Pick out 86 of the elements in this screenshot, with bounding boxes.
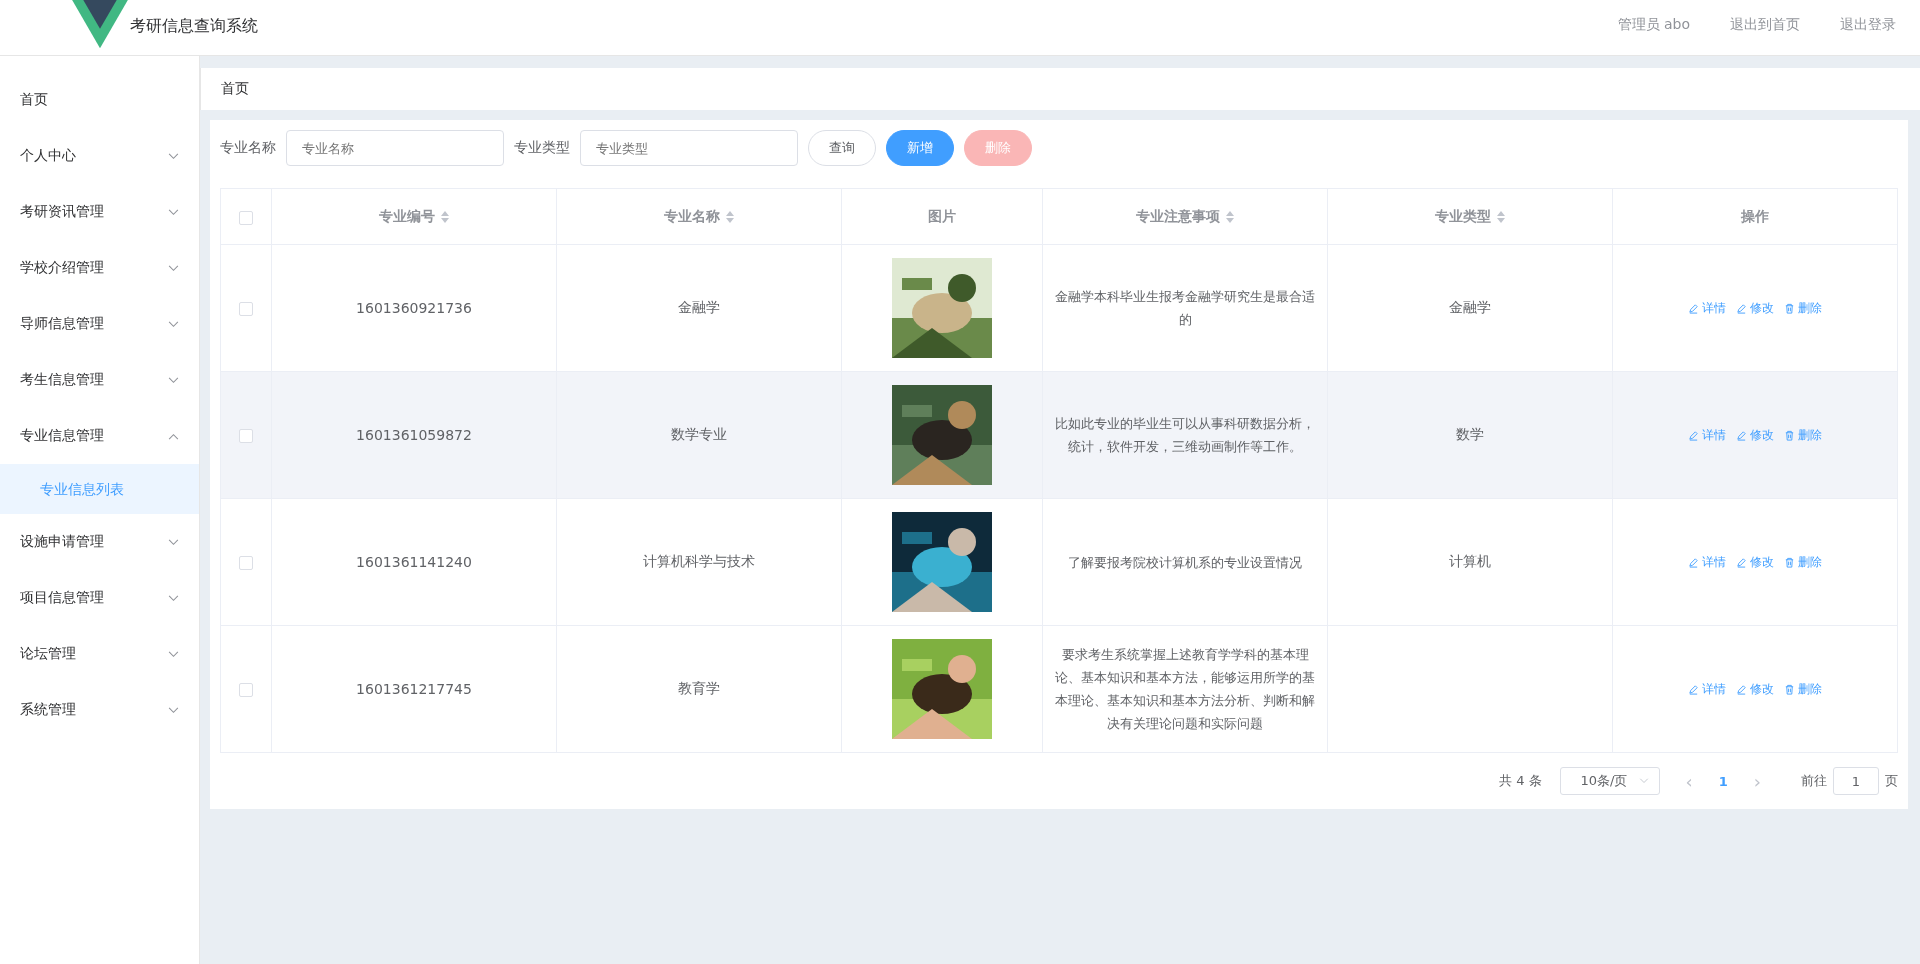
sidebar-item[interactable]: 学校介绍管理 (0, 240, 199, 296)
next-page-button[interactable]: › (1739, 770, 1775, 792)
table-cell: 计算机科学与技术 (643, 553, 755, 569)
pencil-icon (1736, 683, 1747, 695)
checkbox[interactable] (239, 429, 253, 443)
pencil-icon (1736, 556, 1747, 568)
add-button[interactable]: 新增 (886, 130, 954, 166)
column-header[interactable]: 专业名称 (664, 207, 734, 224)
sidebar-item[interactable]: 个人中心 (0, 128, 199, 184)
sidebar-item[interactable]: 项目信息管理 (0, 570, 199, 626)
checkbox[interactable] (239, 556, 253, 570)
pencil-icon (1688, 429, 1699, 441)
pencil-icon (1688, 683, 1699, 695)
column-header[interactable]: 专业编号 (379, 207, 449, 224)
field-label: 专业名称 (220, 139, 276, 157)
search-field[interactable]: 专业名称 (286, 130, 504, 166)
breadcrumb-item[interactable]: 首页 (221, 80, 249, 98)
table-cell: 数学 (1456, 426, 1484, 442)
column-header: 图片 (928, 207, 956, 224)
column-header[interactable]: 专业注意事项 (1136, 207, 1234, 224)
delete-link[interactable]: 删除 (1784, 426, 1822, 444)
total-count: 共 4 条 (1499, 772, 1542, 790)
header-link[interactable]: 退出到首页 (1730, 16, 1800, 34)
header-link[interactable]: 退出登录 (1840, 16, 1896, 34)
details-link[interactable]: 详情 (1688, 553, 1726, 571)
details-link[interactable]: 详情 (1688, 426, 1726, 444)
sidebar-item[interactable]: 考生信息管理 (0, 352, 199, 408)
page-input[interactable]: 1 (1833, 767, 1879, 795)
table-cell-text: 金融学本科毕业生报考金融学研究生是最合适的 (1055, 288, 1315, 329)
column-header: 操作 (1741, 207, 1769, 224)
edit-link[interactable]: 修改 (1736, 680, 1774, 698)
table-cell-text: 比如此专业的毕业生可以从事科研数据分析，统计，软件开发，三维动画制作等工作。 (1055, 415, 1315, 456)
pencil-icon (1736, 429, 1747, 441)
sidebar-item[interactable]: 考研资讯管理 (0, 184, 199, 240)
table-cell: 数学专业 (671, 426, 727, 442)
table-cell: 金融学 (1449, 299, 1491, 315)
sort-icon[interactable] (726, 210, 734, 223)
edit-link[interactable]: 修改 (1736, 553, 1774, 571)
sidebar-item[interactable]: 系统管理 (0, 682, 199, 738)
trash-icon (1784, 683, 1795, 695)
table-cell: 1601361141240 (356, 554, 472, 570)
delete-link[interactable]: 删除 (1784, 299, 1822, 317)
trash-icon (1784, 429, 1795, 441)
query-button[interactable]: 查询 (808, 130, 876, 166)
sidebar-item[interactable]: 首页 (0, 72, 199, 128)
checkbox[interactable] (239, 302, 253, 316)
page-number[interactable]: 1 (1718, 773, 1728, 789)
details-link[interactable]: 详情 (1688, 299, 1726, 317)
sort-icon[interactable] (1497, 210, 1505, 223)
page-suffix: 页 (1885, 772, 1898, 790)
pencil-icon (1688, 302, 1699, 314)
table-cell: 1601361217745 (356, 681, 472, 697)
prev-page-button[interactable]: ‹ (1671, 770, 1707, 792)
sidebar-item[interactable]: 论坛管理 (0, 626, 199, 682)
app-title: 考研信息查询系统 (130, 16, 258, 37)
edit-link[interactable]: 修改 (1736, 426, 1774, 444)
table-cell: 1601361059872 (356, 427, 472, 443)
trash-icon (1784, 556, 1795, 568)
field-label: 专业类型 (514, 139, 570, 157)
sidebar-item[interactable]: 设施申请管理 (0, 514, 199, 570)
page-size-select[interactable]: 10条/页 (1559, 767, 1660, 795)
table-cell-text: 要求考生系统掌握上述教育学学科的基本理论、基本知识和基本方法，能够运用所学的基本理论、基本知识和基本方法分析、判断和解决有关理论问题和实际问题 (1055, 646, 1315, 733)
pencil-icon (1736, 302, 1747, 314)
goto-label: 前往 (1801, 772, 1827, 790)
chevron-icon (1638, 778, 1649, 784)
trash-icon (1784, 302, 1795, 314)
table-cell: 教育学 (678, 680, 720, 696)
delete-link[interactable]: 删除 (1784, 680, 1822, 698)
sidebar-item[interactable]: 专业信息管理 (0, 408, 199, 464)
search-field[interactable]: 专业类型 (580, 130, 798, 166)
sidebar-subitem[interactable]: 专业信息列表 (0, 464, 199, 514)
pencil-icon (1688, 556, 1699, 568)
table-cell: 1601360921736 (356, 300, 472, 316)
column-header[interactable]: 专业类型 (1435, 207, 1505, 224)
sort-icon[interactable] (441, 210, 449, 223)
edit-link[interactable]: 修改 (1736, 299, 1774, 317)
table-cell-text: 了解要报考院校计算机系的专业设置情况 (1068, 553, 1302, 572)
checkbox[interactable] (239, 683, 253, 697)
table-cell: 计算机 (1449, 553, 1491, 569)
sort-icon[interactable] (1226, 210, 1234, 223)
details-link[interactable]: 详情 (1688, 680, 1726, 698)
table-cell: 金融学 (678, 299, 720, 315)
checkbox[interactable] (239, 210, 253, 225)
sidebar-item[interactable]: 导师信息管理 (0, 296, 199, 352)
header-link[interactable]: 管理员 abo (1617, 16, 1690, 34)
delete-link[interactable]: 删除 (1784, 553, 1822, 571)
